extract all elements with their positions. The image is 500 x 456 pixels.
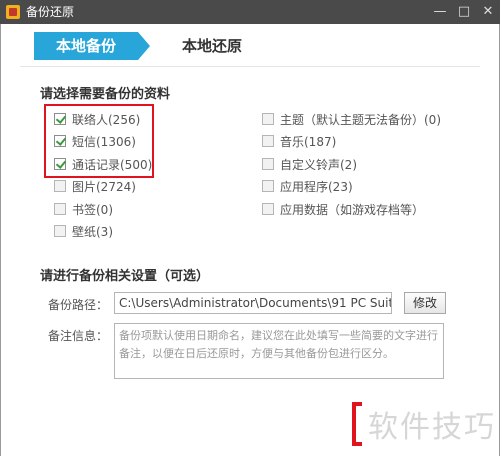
checkbox-app-data[interactable]: 应用数据（如游戏存档等） [262,201,424,217]
checkbox-icon[interactable] [262,113,274,125]
checkbox-icon[interactable] [54,225,66,237]
close-button[interactable]: ✕ [478,2,498,22]
backup-path-input[interactable]: C:\Users\Administrator\Documents\91 PC S… [114,292,392,314]
app-icon [6,5,20,19]
checkbox-label: 书签(0) [72,202,113,217]
selection-highlight-box [44,104,154,178]
checkbox-label: 自定义铃声(2) [280,157,357,172]
checkbox-icon[interactable] [262,203,274,215]
maximize-button[interactable]: □ [454,2,474,22]
title-bar: 备份还原 — □ ✕ [0,0,500,24]
note-textarea[interactable]: 备份项默认使用日期命名，建议您在此处填写一些简要的文字进行备注，以便在日后还原时… [114,323,444,379]
watermark-bracket [352,402,362,446]
checkbox-icon[interactable] [54,203,66,215]
divider [20,66,480,67]
backup-path-label: 备份路径： [48,298,109,312]
backup-settings-heading: 请进行备份相关设置（可选） [40,269,210,284]
checkbox-pictures[interactable]: 图片(2724) [54,178,136,194]
checkbox-icon[interactable] [262,135,274,147]
backup-items-heading: 请选择需要备份的资料 [40,87,171,102]
checkbox-label: 主题（默认主题无法备份）(0) [280,112,441,127]
checkbox-icon[interactable] [262,180,274,192]
checkbox-icon[interactable] [262,158,274,170]
checkbox-label: 应用数据（如游戏存档等） [280,202,425,217]
checkbox-label: 图片(2724) [72,179,136,194]
checkbox-ringtones[interactable]: 自定义铃声(2) [262,156,357,172]
modify-path-button[interactable]: 修改 [404,292,446,314]
watermark: 软件技巧 [346,398,496,450]
checkbox-bookmarks[interactable]: 书签(0) [54,201,113,217]
window-title: 备份还原 [26,5,75,19]
watermark-text: 软件技巧 [368,410,496,445]
tab-local-backup[interactable]: 本地备份 [34,32,150,60]
minimize-button[interactable]: — [430,2,450,22]
checkbox-label: 壁纸(3) [72,224,113,239]
checkbox-apps[interactable]: 应用程序(23) [262,178,353,194]
tab-bar: 本地备份 本地还原 [20,32,480,60]
checkbox-music[interactable]: 音乐(187) [262,133,336,149]
checkbox-label: 应用程序(23) [280,179,353,194]
note-label: 备注信息： [48,329,109,343]
checkbox-wallpaper[interactable]: 壁纸(3) [54,223,113,239]
tab-local-restore[interactable]: 本地还原 [172,32,252,60]
checkbox-label: 音乐(187) [280,134,337,149]
checkbox-icon[interactable] [54,180,66,192]
checkbox-themes[interactable]: 主题（默认主题无法备份）(0) [262,111,441,127]
